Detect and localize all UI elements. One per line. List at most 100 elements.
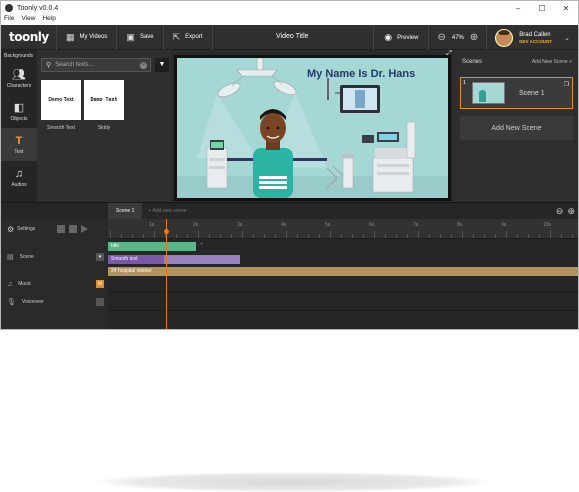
ruler-tick [264,234,265,238]
clip-smooth-text[interactable]: Smooth text [108,255,164,264]
window-shadow [95,472,490,492]
clip-smooth-text-tail[interactable] [164,255,240,264]
timeline-track-labels: ⚙ Settings ▤ Scene ▾ ♫ Music M 🎙︎ Voiceo… [1,219,108,329]
ruler-label: 1s [149,222,155,228]
mute-music-button[interactable]: M [96,280,104,288]
microphone-icon: 🎙︎ [7,299,16,306]
ruler-tick [242,231,243,238]
nav-item-label: Text [14,148,24,155]
menu-help[interactable]: Help [42,15,55,25]
scene-name: Scene 1 [519,89,545,97]
ruler-tick [506,231,507,238]
playhead[interactable] [164,219,169,329]
timeline-zoom: ⊖ ⊕ [556,206,575,217]
ruler-tick [319,234,320,238]
nav-item-label: Audios [11,181,27,188]
characters-icon: 👥︎ [12,69,26,81]
chevron-down-icon: ⌄ [564,34,570,42]
menu-view[interactable]: View [21,15,35,25]
music-track-lane[interactable] [108,275,578,293]
tab-scene-1[interactable]: Scene 1 [108,203,143,219]
close-window-button[interactable]: ✕ [554,4,578,13]
add-scene-link-label: Add New Scene [531,59,568,65]
user-role: DEV ACCOUNT [519,38,553,44]
ruler-tick [132,234,133,238]
playhead-handle[interactable] [164,229,169,234]
user-menu[interactable]: Brad Callen DEV ACCOUNT ⌄ [487,25,578,50]
ruler-tick [176,234,177,238]
zoom-in-icon[interactable]: ⊕ [470,32,478,43]
avatar [495,28,514,47]
ruler-tick [341,234,342,238]
ruler-tick [253,234,254,238]
add-new-scene-tab[interactable]: + Add new scene [148,208,186,214]
ruler-tick [121,234,122,238]
ruler-tick [220,234,221,238]
menu-file[interactable]: File [4,15,14,25]
ruler-label: 10s [543,222,552,228]
zoom-control: ⊖ 47% ⊕ [429,25,488,50]
zoom-in-icon[interactable]: ⊕ [567,206,575,217]
ruler-tick [484,234,485,238]
zoom-level: 47% [451,34,464,41]
voiceover-toggle-button[interactable] [96,298,104,306]
preview-button[interactable]: ◉ Preview [373,25,430,50]
clip-idle[interactable]: Idle [108,242,196,251]
ruler-tick [429,234,430,238]
zoom-out-icon[interactable]: ⊖ [437,32,445,43]
search-input[interactable]: ⚲ Search texts... ✕ [41,58,151,72]
clear-search-icon[interactable]: ✕ [140,61,147,69]
timeline-ruler[interactable]: 1s 2s 3s 4s 5s 6s 7s 8s 9s 10s [108,219,578,239]
search-placeholder: Search texts... [55,62,94,68]
text-asset-card[interactable]: Demo Text [84,80,124,120]
ruler-tick [286,231,287,238]
track-toggle-button[interactable]: ▾ [96,253,104,261]
video-title[interactable]: Video Title [276,33,309,40]
window-title: Toonly v0.0.4 [17,4,59,12]
ruler-tick [539,234,540,238]
nav-backgrounds[interactable]: Backgrounds [1,50,37,62]
ruler-label: 6s [369,222,375,228]
text-asset-card[interactable]: Demo Text [41,80,81,120]
play-icon[interactable] [81,225,89,233]
my-videos-button[interactable]: ▦ My Videos [57,24,118,50]
scenes-panel: Scenes Add New Scene + 1 Scene 1 ❐ Add N… [454,50,578,202]
add-clip-icon[interactable]: + [200,242,204,248]
export-button[interactable]: ⇱ Export [164,24,213,50]
zoom-out-icon[interactable]: ⊖ [556,206,564,217]
nav-item-text[interactable]: T Text [1,128,37,161]
minimize-button[interactable]: – [506,4,530,13]
ruler-label: 5s [325,222,331,228]
settings-label[interactable]: Settings [17,226,35,232]
voiceover-track-lane[interactable] [108,293,578,311]
scene-number: 1 [463,80,466,86]
filter-icon: ▼ [158,61,166,68]
maximize-button[interactable]: ☐ [530,4,554,13]
ruler-tick [385,234,386,238]
add-scene-link[interactable]: Add New Scene + [532,59,572,65]
timeline-tracks-area[interactable]: 1s 2s 3s 4s 5s 6s 7s 8s 9s 10s Idle + Sm… [108,219,578,329]
ruler-tick [110,231,111,238]
stop-icon[interactable] [57,225,66,233]
main-toolbar: toonly ▦ My Videos ▣ Save ⇱ Export Video… [1,24,578,50]
nav-item-audios[interactable]: ♫ Audios [1,161,37,194]
nav-item-objects[interactable]: ◧ Objects [1,95,37,128]
nav-item-characters[interactable]: 👥︎ Characters [1,62,37,95]
pause-icon[interactable] [69,225,78,233]
add-new-scene-button[interactable]: Add New Scene [460,116,573,140]
ruler-tick [374,231,375,238]
ruler-tick [440,234,441,238]
transport-controls [57,225,89,233]
objects-icon: ◧ [13,102,25,114]
ruler-tick [462,231,463,238]
duplicate-icon[interactable]: ❐ [564,81,569,88]
scene-title-text[interactable]: My Name Is Dr. Hans [307,68,415,80]
gear-icon[interactable]: ⚙ [7,225,14,234]
ruler-tick [187,234,188,238]
stage-canvas[interactable]: My Name Is Dr. Hans [174,55,451,201]
save-button[interactable]: ▣ Save [117,24,164,50]
scene-card[interactable]: 1 Scene 1 ❐ [460,77,573,109]
nav-item-label: Objects [10,116,28,122]
filter-button[interactable]: ▼ [155,58,169,72]
ruler-tick [209,234,210,238]
